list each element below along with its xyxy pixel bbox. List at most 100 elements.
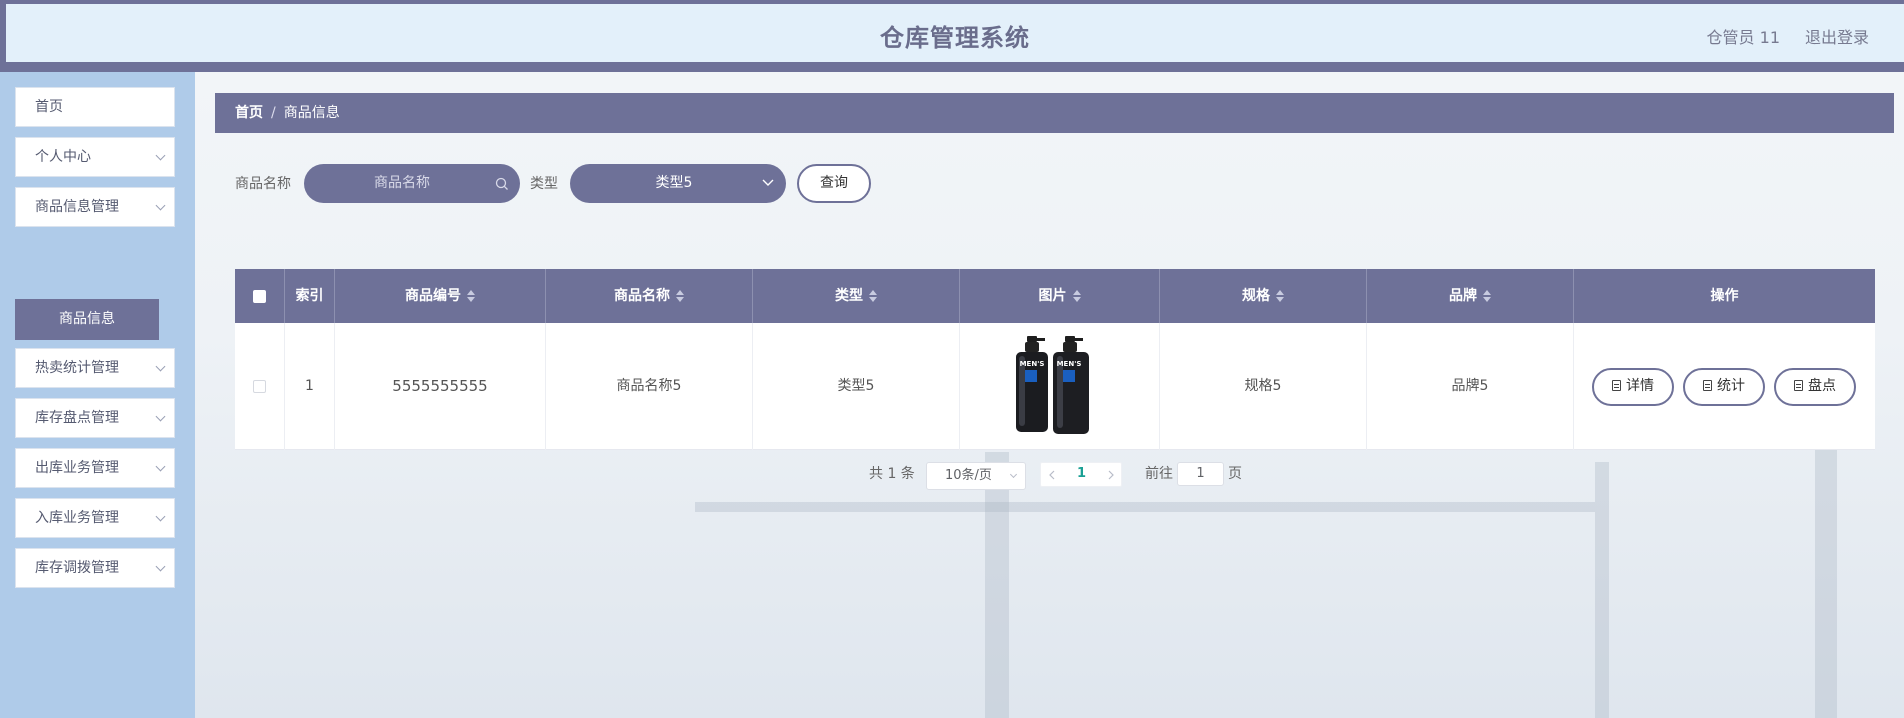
search-icon (495, 177, 508, 190)
table-row: 1 5555555555 商品名称5 类型5 MEN'S MEN'S 规格5 品… (235, 323, 1875, 450)
cell-image: MEN'S MEN'S (960, 323, 1160, 450)
chevron-down-icon (1009, 470, 1018, 479)
sidebar-item-label: 库存调拨管理 (35, 560, 119, 576)
page-size-select[interactable]: 10条/页 (926, 462, 1026, 490)
total-count: 共 1 条 (869, 466, 915, 482)
document-icon (1794, 380, 1803, 391)
column-header-label: 规格 (1242, 288, 1270, 304)
type-filter-label: 类型 (530, 176, 558, 192)
sidebar-item-hot-sales[interactable]: 热卖统计管理 (15, 348, 175, 388)
product-label: MEN'S (1057, 360, 1082, 368)
column-header-image[interactable]: 图片 (960, 269, 1160, 323)
chevron-left-icon[interactable] (1048, 470, 1056, 480)
select-all-checkbox[interactable] (253, 290, 266, 303)
sidebar-item-outbound[interactable]: 出库业务管理 (15, 448, 175, 488)
product-label: MEN'S (1020, 360, 1045, 368)
select-all-cell (235, 269, 285, 323)
sidebar-item-label: 首页 (35, 99, 63, 115)
background-decoration (1595, 462, 1609, 718)
page-number-active[interactable]: 1 (1077, 466, 1086, 481)
cell-actions: 详情 统计 盘点 (1574, 323, 1875, 450)
sidebar-item-stocktaking[interactable]: 库存盘点管理 (15, 398, 175, 438)
type-select[interactable]: 类型5 (570, 164, 786, 203)
chevron-down-icon (155, 511, 166, 522)
sidebar-item-label: 入库业务管理 (35, 510, 119, 526)
row-select-cell (235, 323, 285, 450)
sort-icon (467, 290, 475, 302)
page-size-value: 10条/页 (945, 468, 992, 483)
chevron-down-icon (155, 561, 166, 572)
column-header-label: 图片 (1038, 288, 1067, 304)
sidebar-item-transfer[interactable]: 库存调拨管理 (15, 548, 175, 588)
header: 仓库管理系统 仓管员 11 退出登录 (6, 4, 1904, 62)
app-title: 仓库管理系统 (880, 24, 1030, 52)
sort-icon (869, 290, 877, 302)
inventory-button[interactable]: 盘点 (1774, 368, 1856, 406)
sidebar-subitem-goods-info[interactable]: 商品信息 (15, 299, 159, 340)
cell-code: 5555555555 (335, 323, 546, 450)
sort-icon (1276, 290, 1284, 302)
stats-button-label: 统计 (1717, 378, 1745, 394)
document-icon (1612, 380, 1621, 391)
search-placeholder: 商品名称 (374, 175, 430, 191)
name-filter-label: 商品名称 (235, 176, 291, 192)
breadcrumb-home[interactable]: 首页 (235, 105, 263, 121)
column-header-spec[interactable]: 规格 (1160, 269, 1367, 323)
stats-button[interactable]: 统计 (1683, 368, 1765, 406)
type-select-value: 类型5 (655, 175, 693, 191)
breadcrumb-current: 商品信息 (283, 105, 340, 121)
background-decoration (1815, 432, 1837, 718)
cell-index: 1 (285, 323, 335, 450)
chevron-down-icon (155, 200, 166, 211)
column-header-type[interactable]: 类型 (753, 269, 960, 323)
page-unit-label: 页 (1228, 466, 1242, 482)
goto-page-input[interactable]: 1 (1177, 462, 1224, 486)
sidebar-item-label: 库存盘点管理 (35, 410, 119, 426)
sort-icon (676, 290, 684, 302)
sidebar-item-label: 热卖统计管理 (35, 360, 119, 376)
current-user: 仓管员 11 (1706, 28, 1780, 47)
cell-name: 商品名称5 (546, 323, 753, 450)
breadcrumb-separator: / (271, 105, 276, 121)
sidebar-item-label: 个人中心 (35, 149, 91, 165)
inventory-button-label: 盘点 (1808, 378, 1836, 394)
chevron-down-icon (155, 361, 166, 372)
breadcrumb: 首页 / 商品信息 (215, 93, 1894, 133)
main-content: 首页 / 商品信息 商品名称 商品名称 类型 类型5 查询 索引 商品编号 商品名称… (195, 72, 1904, 718)
product-image: MEN'S MEN'S (1016, 336, 1089, 434)
sort-icon (1483, 290, 1491, 302)
sort-icon (1072, 290, 1081, 302)
top-bar: 仓库管理系统 仓管员 11 退出登录 (0, 0, 1904, 72)
chevron-down-icon (155, 461, 166, 472)
column-header-actions: 操作 (1710, 288, 1739, 304)
sidebar-item-inbound[interactable]: 入库业务管理 (15, 498, 175, 538)
column-header-name[interactable]: 商品名称 (546, 269, 753, 323)
sidebar-item-home[interactable]: 首页 (15, 87, 175, 127)
goto-label: 前往 (1145, 466, 1173, 482)
query-button[interactable]: 查询 (797, 164, 871, 203)
chevron-right-icon[interactable] (1107, 470, 1115, 480)
sidebar-item-goods-management[interactable]: 商品信息管理 (15, 187, 175, 227)
chevron-down-icon (762, 179, 774, 186)
cell-spec: 规格5 (1160, 323, 1367, 450)
background-decoration (985, 452, 1009, 718)
sidebar: 首页 个人中心 商品信息管理 商品信息 热卖统计管理 库存盘点管理 出库业务管理… (0, 72, 195, 718)
chevron-down-icon (155, 150, 166, 161)
background-decoration (695, 502, 1595, 512)
column-header-label: 品牌 (1449, 288, 1477, 304)
search-input[interactable]: 商品名称 (304, 164, 520, 203)
column-header-code[interactable]: 商品编号 (335, 269, 546, 323)
column-header-brand[interactable]: 品牌 (1367, 269, 1574, 323)
sidebar-item-personal-center[interactable]: 个人中心 (15, 137, 175, 177)
cell-type: 类型5 (753, 323, 960, 450)
logout-link[interactable]: 退出登录 (1805, 24, 1869, 48)
table-header: 索引 商品编号 商品名称 类型 图片 规格 品牌 操作 (235, 269, 1875, 323)
page-navigation: 1 (1040, 462, 1122, 487)
document-icon (1703, 380, 1712, 391)
column-header-label: 商品编号 (405, 288, 461, 304)
detail-button[interactable]: 详情 (1592, 368, 1674, 406)
column-header-label: 类型 (835, 288, 863, 304)
chevron-down-icon (155, 411, 166, 422)
detail-button-label: 详情 (1626, 378, 1654, 394)
row-checkbox[interactable] (253, 380, 266, 393)
